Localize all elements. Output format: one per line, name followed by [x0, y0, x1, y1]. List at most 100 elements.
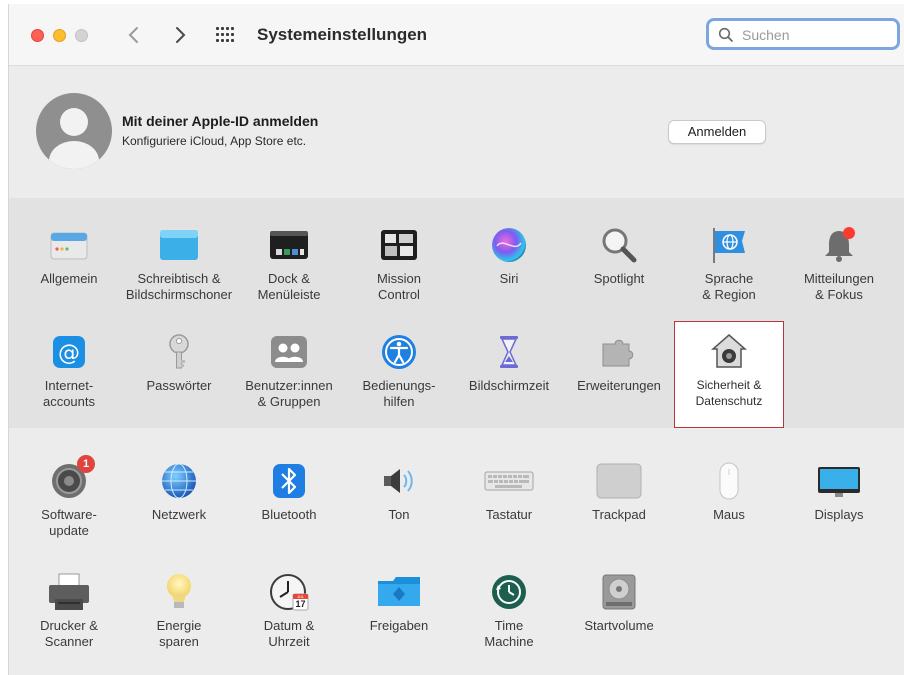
pane-label: Trackpad [592, 507, 646, 522]
pane-sound[interactable]: Ton [344, 461, 454, 523]
minimize-window-button[interactable] [53, 29, 66, 42]
pane-desktop-screensaver[interactable]: Schreibtisch & Bildschirmschoner [124, 225, 234, 303]
pane-passwords[interactable]: Passwörter [124, 332, 234, 394]
pane-mission-control[interactable]: Mission Control [344, 225, 454, 303]
software-update-icon: 1 [49, 455, 95, 501]
pane-users-groups[interactable]: Benutzer:innen & Gruppen [234, 332, 344, 410]
pane-general[interactable]: Allgemein [14, 225, 124, 287]
speaker-icon [379, 461, 419, 501]
trackpad-icon [595, 461, 643, 501]
pane-label: Mitteilungen & Fokus [803, 271, 875, 302]
bluetooth-icon [269, 461, 309, 501]
pane-label: Freigaben [369, 618, 429, 633]
pane-label: Bildschirmzeit [468, 378, 550, 393]
pane-label: Dock & Menüleiste [257, 271, 321, 302]
pane-label: Time Machine [484, 618, 534, 649]
dock-icon [269, 225, 309, 265]
siri-icon [489, 225, 529, 265]
pane-label: Maus [713, 507, 745, 522]
pane-accessibility[interactable]: Bedienungs- hilfen [344, 332, 454, 410]
close-window-button[interactable] [31, 29, 44, 42]
pane-software-update[interactable]: 1 Software- update [14, 455, 124, 539]
show-all-grid-icon[interactable] [216, 27, 234, 43]
pane-sharing[interactable]: Freigaben [344, 572, 454, 634]
sign-in-button[interactable]: Anmelden [668, 120, 766, 144]
pane-label: Drucker & Scanner [40, 618, 98, 649]
time-machine-icon [489, 572, 529, 612]
apple-id-banner: Mit deiner Apple-ID anmelden Konfigurier… [9, 66, 904, 198]
chevron-left-icon [128, 27, 138, 43]
pane-startup-disk[interactable]: Startvolume [564, 572, 674, 634]
internet-accounts-icon: @ [49, 332, 89, 372]
pane-security-privacy[interactable]: Sicherheit & Datenschutz [674, 321, 784, 428]
pane-label: Spotlight [593, 271, 645, 286]
window-title: Systemeinstellungen [257, 25, 428, 44]
pane-label: Startvolume [584, 618, 654, 633]
search-icon [718, 27, 733, 42]
startup-disk-icon [599, 572, 639, 612]
pane-label: Netzwerk [151, 507, 207, 522]
apple-id-title: Mit deiner Apple-ID anmelden [122, 113, 319, 129]
pane-extensions[interactable]: Erweiterungen [564, 332, 674, 394]
users-icon [269, 332, 309, 372]
pane-trackpad[interactable]: Trackpad [564, 461, 674, 523]
pane-screen-time[interactable]: Bildschirmzeit [454, 332, 564, 394]
puzzle-icon [599, 332, 639, 372]
mouse-icon [709, 461, 749, 501]
pane-time-machine[interactable]: Time Machine [454, 572, 564, 650]
pane-label: Energie sparen [156, 618, 202, 649]
pane-label: Passwörter [146, 378, 212, 393]
avatar[interactable] [36, 93, 112, 169]
pane-printers-scanners[interactable]: Drucker & Scanner [14, 572, 124, 650]
pane-network[interactable]: Netzwerk [124, 461, 234, 523]
svg-text:@: @ [58, 341, 80, 366]
pane-label: Software- update [41, 507, 97, 538]
pane-siri[interactable]: Siri [454, 225, 564, 287]
user-silhouette-icon [49, 108, 99, 169]
spotlight-icon [599, 225, 639, 265]
pane-label: Bluetooth [261, 507, 317, 522]
desktop-icon [159, 225, 199, 265]
lightbulb-icon [159, 572, 199, 612]
preferences-section-hardware: 1 Software- update Netzwerk Bluetooth To… [9, 428, 904, 675]
pane-internet-accounts[interactable]: @ Internet- accounts [14, 332, 124, 410]
back-button[interactable] [124, 24, 144, 46]
pane-notifications-focus[interactable]: Mitteilungen & Fokus [784, 225, 894, 303]
keyboard-icon [484, 461, 534, 501]
pane-label: Sicherheit & Datenschutz [695, 378, 763, 408]
pane-mouse[interactable]: Maus [674, 461, 784, 523]
pane-label: Sprache & Region [702, 271, 756, 302]
search-placeholder: Suchen [742, 27, 790, 43]
pane-label: Internet- accounts [42, 378, 96, 409]
preferences-section-personal: Allgemein Schreibtisch & Bildschirmschon… [9, 198, 904, 428]
printer-icon [46, 572, 92, 612]
pane-label: Allgemein [40, 271, 98, 286]
pane-language-region[interactable]: Sprache & Region [674, 225, 784, 303]
pane-bluetooth[interactable]: Bluetooth [234, 461, 344, 523]
pane-displays[interactable]: Displays [784, 461, 894, 523]
pane-energy-saver[interactable]: Energie sparen [124, 572, 234, 650]
zoom-window-button[interactable] [75, 29, 88, 42]
pane-label: Erweiterungen [577, 378, 661, 393]
pane-label: Siri [499, 271, 519, 286]
forward-button[interactable] [170, 24, 190, 46]
key-icon [159, 332, 199, 372]
search-field[interactable]: Suchen [706, 18, 900, 50]
pane-label: Benutzer:innen & Gruppen [245, 378, 333, 409]
pane-keyboard[interactable]: Tastatur [454, 461, 564, 523]
network-globe-icon [159, 461, 199, 501]
language-region-icon [709, 225, 749, 265]
apple-id-subtitle: Konfiguriere iCloud, App Store etc. [122, 134, 307, 148]
pane-label: Displays [814, 507, 864, 522]
sharing-folder-icon [376, 572, 422, 612]
preferences-window: Systemeinstellungen Suchen Mit deiner Ap… [8, 4, 904, 675]
pane-label: Tastatur [485, 507, 533, 522]
pane-spotlight[interactable]: Spotlight [564, 225, 674, 287]
mission-control-icon [379, 225, 419, 265]
pane-label: Schreibtisch & Bildschirmschoner [125, 271, 233, 302]
security-house-icon [709, 331, 749, 371]
pane-date-time[interactable]: JUL 17 Datum & Uhrzeit [234, 572, 344, 650]
display-icon [815, 461, 863, 501]
pane-label: Mission Control [376, 271, 422, 302]
pane-dock-menubar[interactable]: Dock & Menüleiste [234, 225, 344, 303]
